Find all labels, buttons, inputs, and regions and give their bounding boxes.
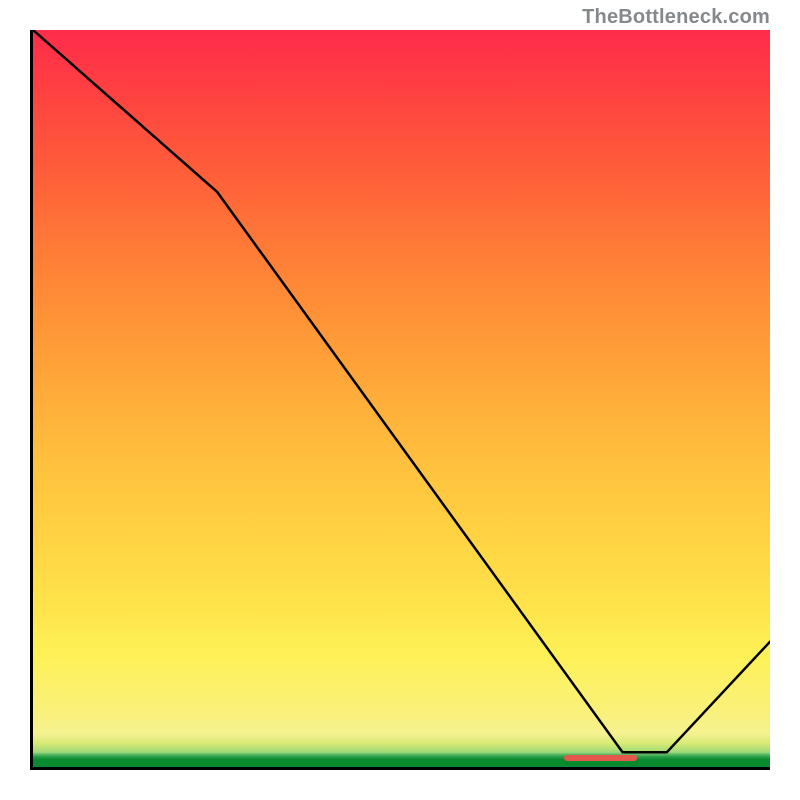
- chart-container: TheBottleneck.com: [0, 0, 800, 800]
- x-axis: [30, 767, 770, 770]
- curve-path: [33, 30, 770, 752]
- plot-area: [33, 30, 770, 767]
- optimal-range-marker: [564, 755, 638, 761]
- bottleneck-curve: [33, 30, 770, 767]
- attribution-label: TheBottleneck.com: [582, 6, 770, 29]
